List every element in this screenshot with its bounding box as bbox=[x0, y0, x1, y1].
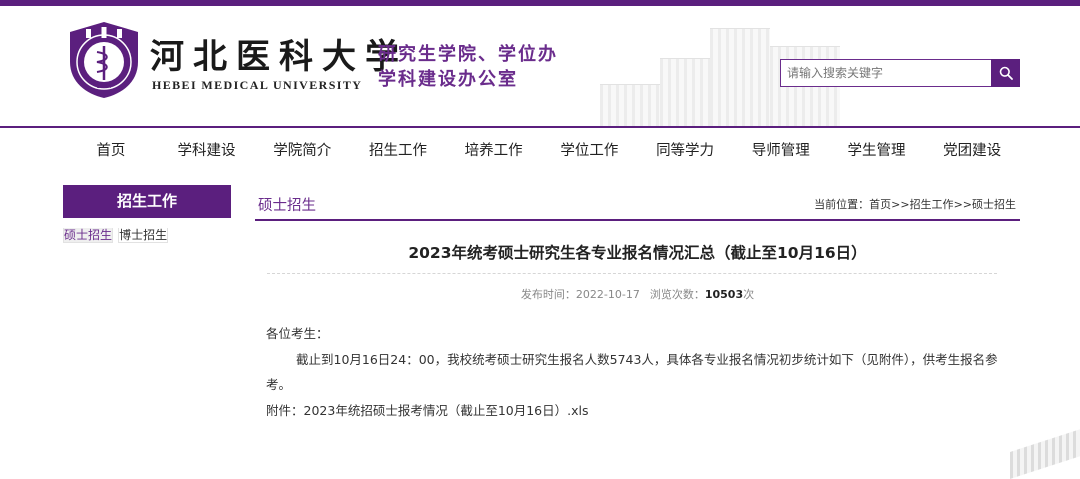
publish-date: 2022-10-17 bbox=[575, 288, 640, 301]
nav-item-about[interactable]: 学院简介 bbox=[254, 128, 350, 176]
university-name-cn: 河北医科大学 bbox=[150, 37, 408, 77]
department-line-2: 学科建设办公室 bbox=[378, 69, 518, 90]
article-attachment: 附件：2023年统招硕士报考情况（截止至10月16日）.xls bbox=[266, 398, 1011, 424]
seal-emblem-icon: 1894 bbox=[70, 22, 138, 98]
search-box bbox=[780, 59, 1020, 87]
footer-building-illustration bbox=[1010, 429, 1080, 479]
breadcrumb-admissions-link[interactable]: 招生工作 bbox=[910, 198, 954, 211]
department-name: 研究生学院、学位办 学科建设办公室 bbox=[378, 42, 558, 92]
nav-item-supervisors[interactable]: 导师管理 bbox=[733, 128, 829, 176]
sidebar-title: 招生工作 bbox=[63, 185, 231, 218]
views-label: 浏览次数： bbox=[649, 288, 705, 301]
search-button[interactable] bbox=[991, 59, 1020, 87]
article-divider bbox=[267, 273, 997, 274]
views-unit: 次 bbox=[743, 288, 755, 301]
nav-item-admissions[interactable]: 招生工作 bbox=[350, 128, 446, 176]
breadcrumb-home-link[interactable]: 首页 bbox=[869, 198, 891, 211]
university-seal-logo[interactable]: 1894 bbox=[66, 20, 142, 100]
views-count: 10503 bbox=[704, 288, 744, 301]
nav-item-degree[interactable]: 学位工作 bbox=[542, 128, 638, 176]
article-meta: 发布时间：2022-10-17 浏览次数：10503次 bbox=[255, 286, 1020, 302]
nav-item-discipline[interactable]: 学科建设 bbox=[159, 128, 255, 176]
department-line-1: 研究生学院、学位办 bbox=[378, 44, 558, 65]
search-icon bbox=[999, 66, 1013, 80]
nav-item-equivalent[interactable]: 同等学力 bbox=[637, 128, 733, 176]
breadcrumb-separator: >> bbox=[891, 198, 910, 211]
search-input[interactable] bbox=[780, 59, 991, 87]
sidebar-item-masters[interactable]: 硕士招生 bbox=[63, 228, 114, 243]
article-title: 2023年统考硕士研究生各专业报名情况汇总（截止至10月16日） bbox=[408, 244, 867, 262]
breadcrumb: 当前位置：首页>>招生工作>>硕士招生 bbox=[814, 196, 1016, 212]
breadcrumb-prefix: 当前位置： bbox=[814, 198, 870, 211]
article-salutation: 各位考生： bbox=[266, 326, 329, 341]
article-body: 各位考生： 截止到10月16日24：00，我校统考硕士研究生报名人数5743人，… bbox=[266, 321, 1011, 423]
breadcrumb-separator: >> bbox=[953, 198, 972, 211]
sidebar: 招生工作 硕士招生 博士招生 bbox=[63, 185, 231, 252]
nav-item-training[interactable]: 培养工作 bbox=[446, 128, 542, 176]
article-paragraph: 截止到10月16日24：00，我校统考硕士研究生报名人数5743人，具体各专业报… bbox=[266, 351, 998, 393]
seal-year: 1894 bbox=[96, 83, 111, 90]
nav-item-home[interactable]: 首页 bbox=[63, 128, 159, 176]
attachment-link[interactable]: 2023年统招硕士报考情况（截止至10月16日）.xls bbox=[304, 403, 589, 418]
main-content: 硕士招生 当前位置：首页>>招生工作>>硕士招生 2023年统考硕士研究生各专业… bbox=[255, 185, 1020, 418]
university-name-en: HEBEI MEDICAL UNIVERSITY bbox=[152, 78, 363, 92]
publish-label: 发布时间： bbox=[520, 288, 576, 301]
nav-item-party[interactable]: 党团建设 bbox=[924, 128, 1020, 176]
sidebar-item-doctoral[interactable]: 博士招生 bbox=[118, 228, 169, 243]
breadcrumb-masters-link[interactable]: 硕士招生 bbox=[972, 198, 1016, 211]
attachment-label: 附件： bbox=[266, 402, 304, 418]
main-nav: 首页 学科建设 学院简介 招生工作 培养工作 学位工作 同等学力 导师管理 学生… bbox=[63, 128, 1020, 176]
content-header: 硕士招生 当前位置：首页>>招生工作>>硕士招生 bbox=[255, 185, 1020, 221]
site-header: 1894 河北医科大学 HEBEI MEDICAL UNIVERSITY 研究生… bbox=[0, 6, 1080, 126]
section-title: 硕士招生 bbox=[258, 198, 316, 214]
nav-item-students[interactable]: 学生管理 bbox=[829, 128, 925, 176]
